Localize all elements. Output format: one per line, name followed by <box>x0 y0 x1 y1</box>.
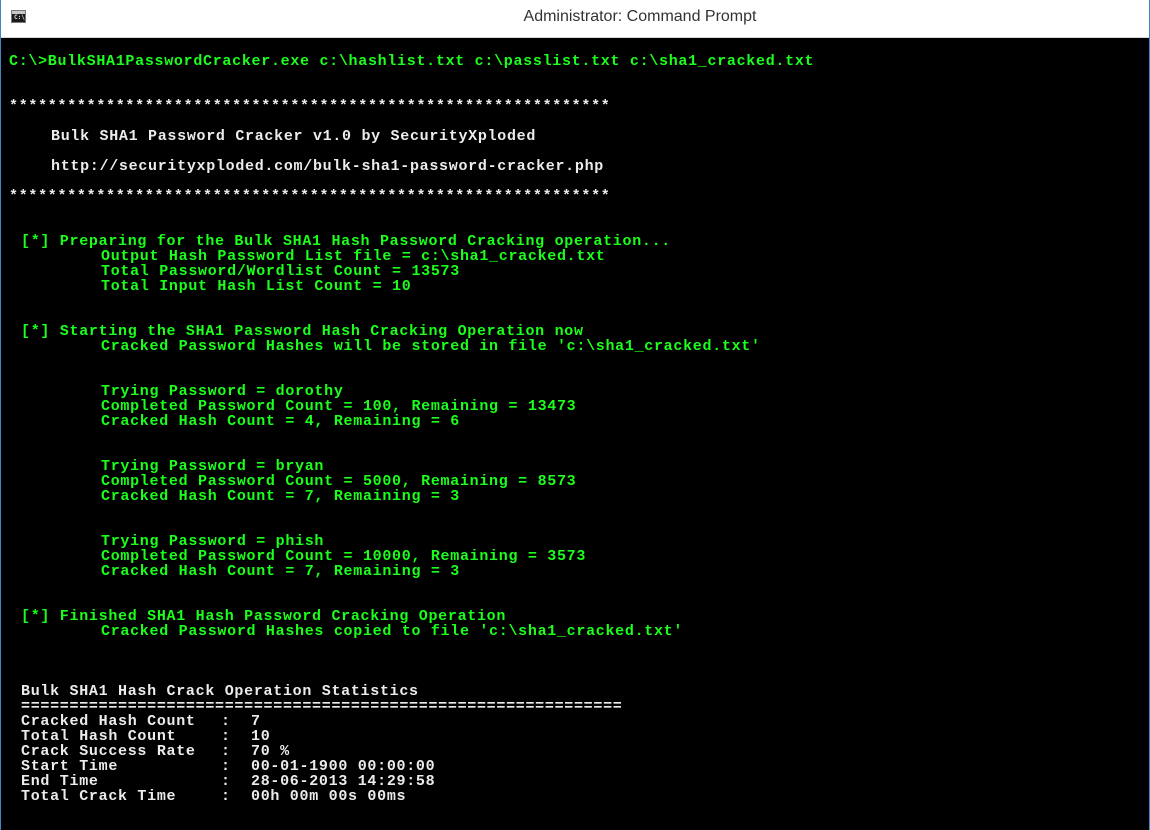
stats-key: End Time <box>21 773 99 790</box>
progress-completed: Completed Password Count = 10000, Remain… <box>101 548 587 565</box>
stats-row-end-time: End Time:28-06-2013 14:29:58 <box>21 774 435 789</box>
progress-completed: Completed Password Count = 5000, Remaini… <box>101 473 577 490</box>
start-note: Cracked Password Hashes will be stored i… <box>101 338 761 355</box>
window-title: Administrator: Command Prompt <box>523 8 757 25</box>
stats-divider: ========================================… <box>21 698 623 715</box>
prepare-header: [*] Preparing for the Bulk SHA1 Hash Pas… <box>21 233 671 250</box>
progress-cracked: Cracked Hash Count = 7, Remaining = 3 <box>101 488 460 505</box>
stats-title: Bulk SHA1 Hash Crack Operation Statistic… <box>21 683 419 700</box>
progress-cracked: Cracked Hash Count = 7, Remaining = 3 <box>101 563 460 580</box>
stats-row-start-time: Start Time:00-01-1900 00:00:00 <box>21 759 435 774</box>
stats-row-crack-success-rate: Crack Success Rate:70 % <box>21 744 290 759</box>
prepare-output-file: Output Hash Password List file = c:\sha1… <box>101 248 606 265</box>
stats-row-cracked-hash-count: Cracked Hash Count:7 <box>21 714 261 729</box>
finish-header: [*] Finished SHA1 Hash Password Cracking… <box>21 608 507 625</box>
command-prompt-window: C:\. Administrator: Command Prompt C:\>B… <box>0 0 1150 830</box>
stats-key: Crack Success Rate <box>21 743 196 760</box>
stats-separator: : <box>221 758 231 775</box>
progress-trying: Trying Password = dorothy <box>101 383 344 400</box>
banner-stars-bottom: ****************************************… <box>9 188 611 205</box>
stats-key: Total Hash Count <box>21 728 177 745</box>
progress-cracked: Cracked Hash Count = 4, Remaining = 6 <box>101 413 460 430</box>
progress-trying: Trying Password = bryan <box>101 458 325 475</box>
stats-key: Start Time <box>21 758 119 775</box>
stats-value: 00h 00m 00s 00ms <box>251 788 407 805</box>
stats-separator: : <box>221 788 231 805</box>
banner-title: Bulk SHA1 Password Cracker v1.0 by Secur… <box>51 128 537 145</box>
progress-trying: Trying Password = phish <box>101 533 325 550</box>
stats-separator: : <box>221 743 231 760</box>
stats-row-total-hash-count: Total Hash Count:10 <box>21 729 270 744</box>
prepare-wordlist-count: Total Password/Wordlist Count = 13573 <box>101 263 460 280</box>
command-line: C:\>BulkSHA1PasswordCracker.exe c:\hashl… <box>9 53 815 70</box>
prepare-hash-count: Total Input Hash List Count = 10 <box>101 278 412 295</box>
banner-stars-top: ****************************************… <box>9 98 611 115</box>
finish-note: Cracked Password Hashes copied to file '… <box>101 623 684 640</box>
console-output[interactable]: C:\>BulkSHA1PasswordCracker.exe c:\hashl… <box>9 38 1149 830</box>
stats-row-total-crack-time: Total Crack Time: 00h 00m 00s 00ms <box>21 789 406 804</box>
progress-completed: Completed Password Count = 100, Remainin… <box>101 398 577 415</box>
stats-key: Total Crack Time <box>21 788 177 805</box>
stats-separator: : <box>221 773 231 790</box>
stats-separator: : <box>221 728 231 745</box>
stats-key: Cracked Hash Count <box>21 713 196 730</box>
start-header: [*] Starting the SHA1 Password Hash Crac… <box>21 323 584 340</box>
title-bar[interactable]: C:\. Administrator: Command Prompt <box>1 0 1149 38</box>
stats-separator: : <box>221 713 231 730</box>
banner-url: http://securityxploded.com/bulk-sha1-pas… <box>51 158 604 175</box>
